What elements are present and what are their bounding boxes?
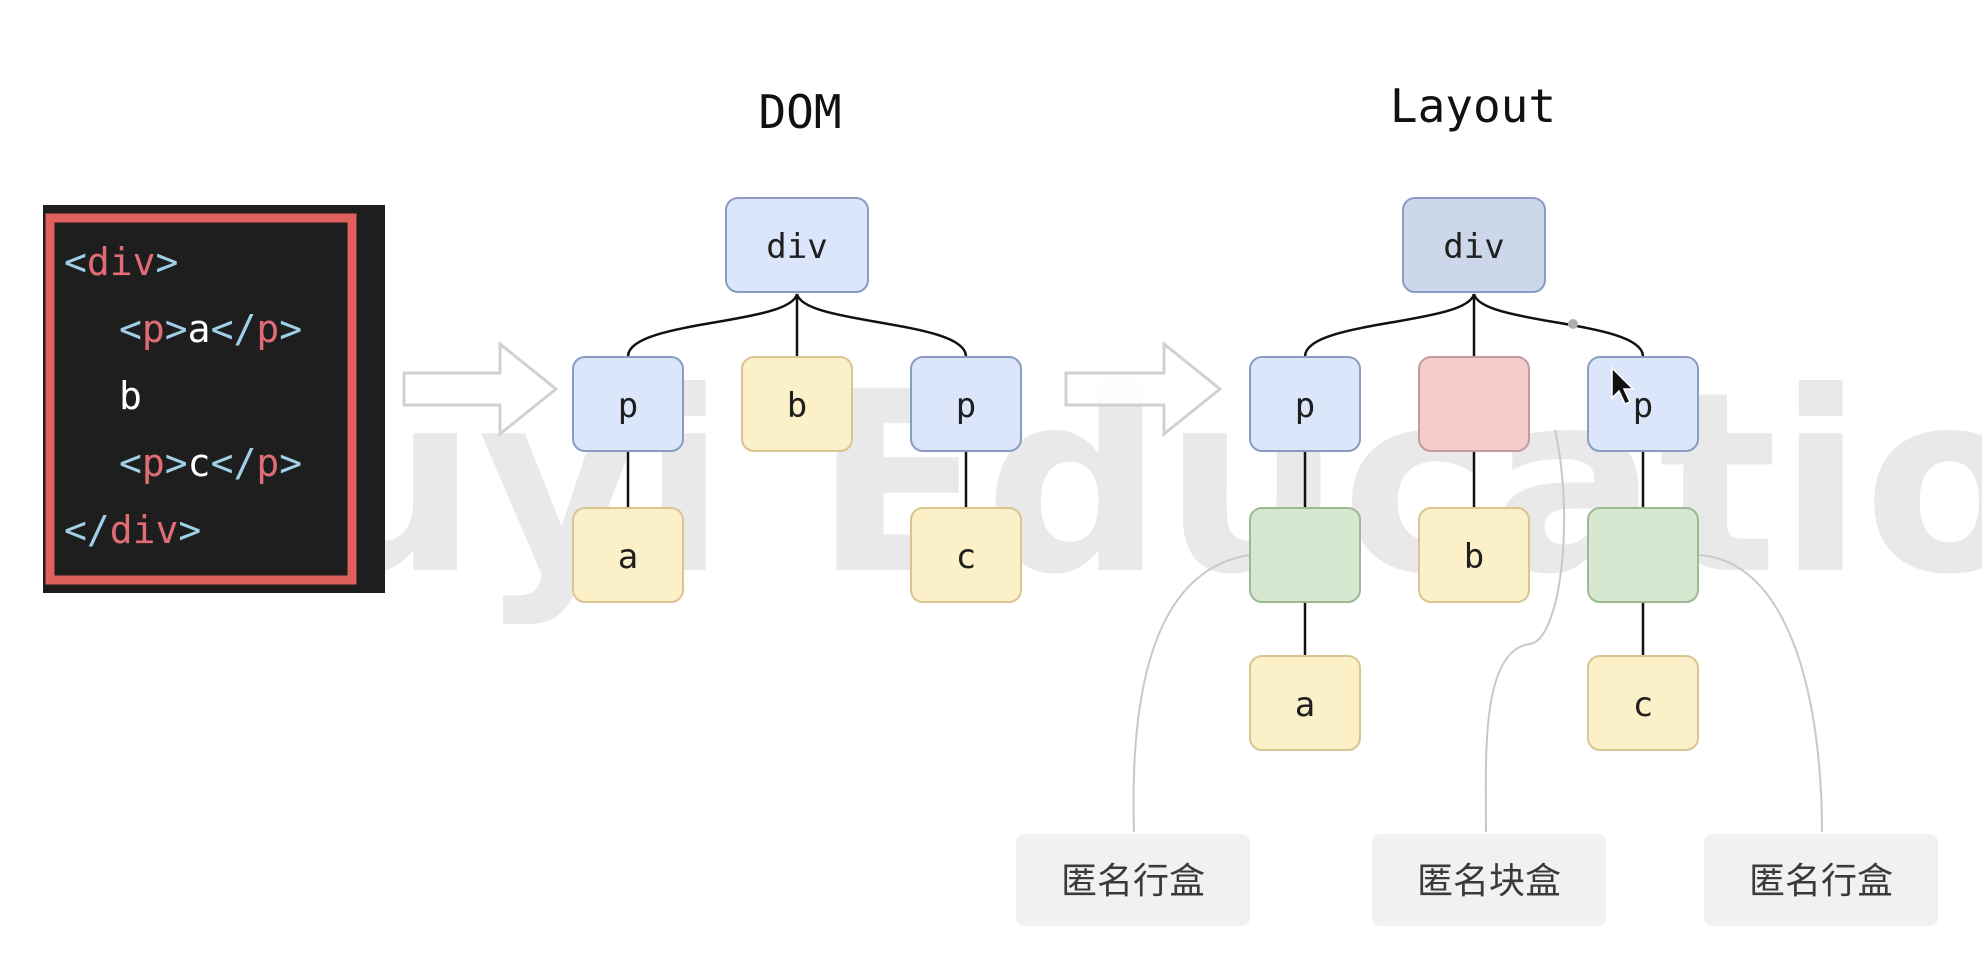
node-label: a (618, 537, 638, 577)
caption-label: 匿名块盒 (1417, 861, 1561, 902)
node-label: div (766, 227, 827, 267)
node-label: c (956, 537, 976, 577)
code-line-3: b (119, 374, 142, 418)
code-content: c (188, 441, 211, 485)
code-panel: <div> <p>a</p> b <p>c</p> </div> (43, 205, 385, 593)
node-label: p (1295, 386, 1315, 426)
layout-node-anonymous-block (1418, 356, 1530, 452)
edge-dot (1568, 319, 1578, 329)
layout-title: Layout (1390, 79, 1556, 133)
code-tag: div (87, 240, 156, 284)
node-label: a (1295, 685, 1315, 725)
node-label: p (618, 386, 638, 426)
dom-node-text-a: a (572, 507, 684, 603)
code-tag: p (142, 307, 165, 351)
caption-anonymous-line-box-1: 匿名行盒 (1016, 834, 1250, 926)
code-bracket: </ (64, 508, 110, 552)
layout-node-div: div (1402, 197, 1546, 293)
code-line-4: <p>c</p> (119, 441, 302, 485)
node-label: b (787, 386, 807, 426)
code-bracket: < (119, 441, 142, 485)
code-bracket: > (279, 307, 302, 351)
caption-label: 匿名行盒 (1061, 861, 1205, 902)
layout-node-p-2: p (1587, 356, 1699, 452)
layout-node-p-1: p (1249, 356, 1361, 452)
code-bracket: > (156, 240, 179, 284)
layout-node-anonymous-line-1 (1249, 507, 1361, 603)
code-bracket: > (279, 441, 302, 485)
code-bracket: </ (211, 441, 257, 485)
code-tag: p (142, 441, 165, 485)
code-tag: p (256, 307, 279, 351)
code-tag: p (256, 441, 279, 485)
code-bracket: < (64, 240, 87, 284)
layout-node-text-a: a (1249, 655, 1361, 751)
dom-node-text-c: c (910, 507, 1022, 603)
caption-anonymous-line-box-2: 匿名行盒 (1704, 834, 1938, 926)
dom-title: DOM (758, 85, 841, 139)
code-bracket: < (119, 307, 142, 351)
code-tag: div (110, 508, 179, 552)
code-content: a (188, 307, 211, 351)
code-content: b (119, 374, 142, 418)
code-bracket: </ (211, 307, 257, 351)
dom-node-p-2: p (910, 356, 1022, 452)
layout-node-text-b: b (1418, 507, 1530, 603)
code-bracket: > (165, 441, 188, 485)
caption-label: 匿名行盒 (1749, 861, 1893, 902)
code-bracket: > (178, 508, 201, 552)
code-line-2: <p>a</p> (119, 307, 302, 351)
code-bracket: > (165, 307, 188, 351)
dom-node-p-1: p (572, 356, 684, 452)
diagram-canvas: uyi Educatio <div> <p>a</p> b <p>c</p> <… (43, 79, 1982, 926)
code-line-1: <div> (64, 240, 178, 284)
dom-node-text-b: b (741, 356, 853, 452)
node-label: p (956, 386, 976, 426)
node-label: c (1633, 685, 1653, 725)
node-label: b (1464, 537, 1484, 577)
code-line-5: </div> (64, 508, 201, 552)
dom-node-div: div (725, 197, 869, 293)
layout-node-text-c: c (1587, 655, 1699, 751)
node-label: p (1633, 386, 1653, 426)
caption-anonymous-block-box: 匿名块盒 (1372, 834, 1606, 926)
layout-node-anonymous-line-2 (1587, 507, 1699, 603)
node-label: div (1443, 227, 1504, 267)
